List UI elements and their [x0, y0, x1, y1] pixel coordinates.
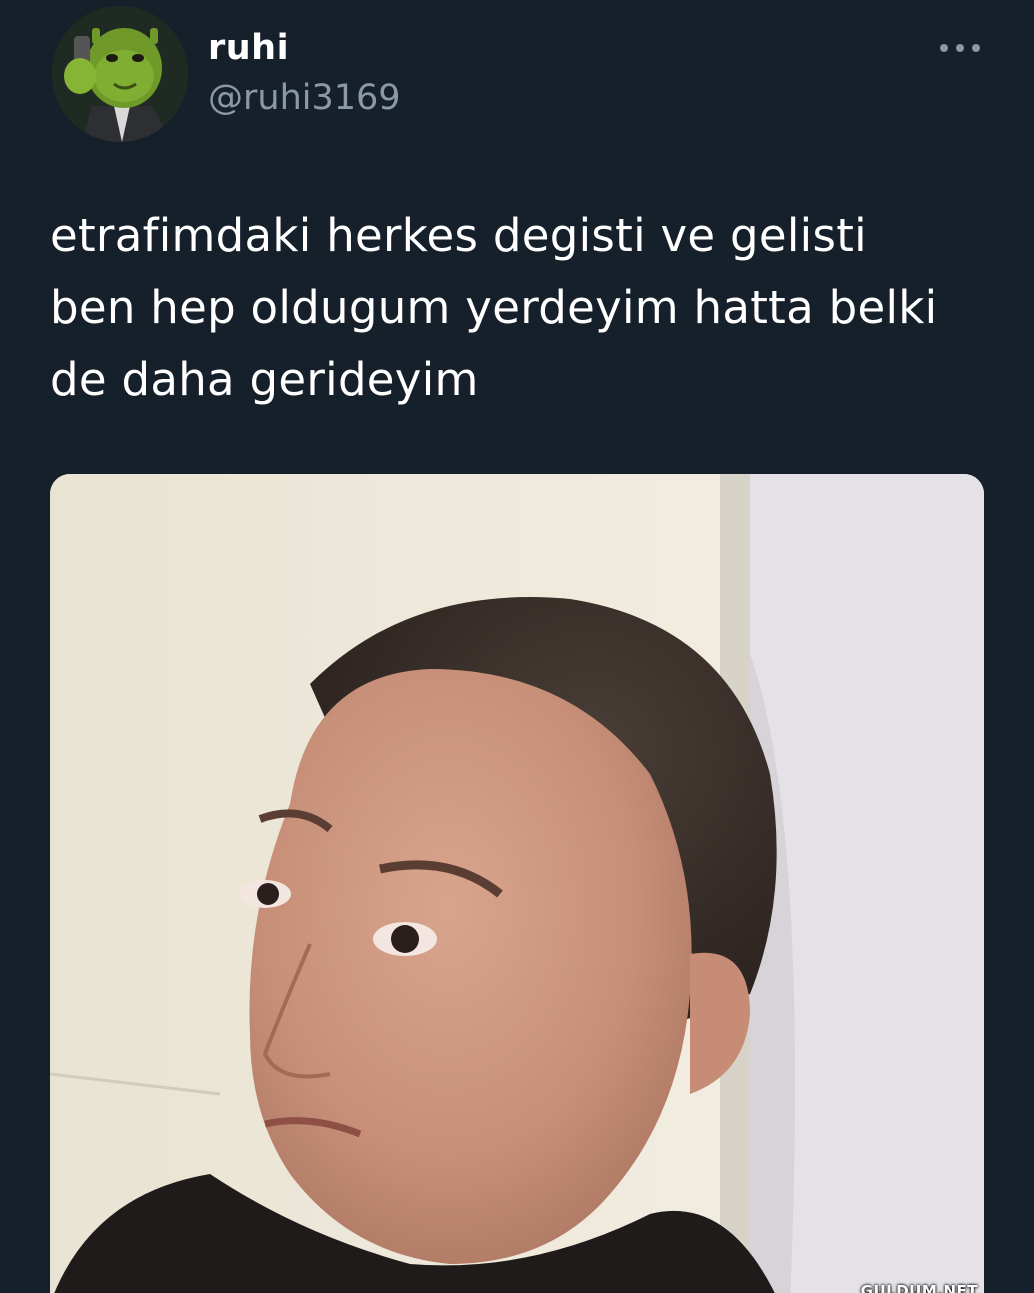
avatar[interactable] [52, 6, 188, 142]
tweet-screenshot: ruhi @ruhi3169 etrafimdaki herkes degist… [0, 0, 1034, 1293]
more-options-icon[interactable] [940, 36, 980, 60]
tweet-text-line: etrafimdaki herkes degisti ve gelisti [50, 209, 867, 262]
dot [972, 44, 980, 52]
tweet-text-line: de daha gerideyim [50, 353, 479, 406]
tweet-header: ruhi @ruhi3169 [52, 6, 994, 142]
user-handle[interactable]: @ruhi3169 [208, 78, 401, 118]
photo-woman-selfie [50, 474, 984, 1293]
shrek-avatar-icon [52, 6, 188, 142]
tweet-text: etrafimdaki herkes degisti ve gelisti be… [50, 200, 1000, 416]
dot [956, 44, 964, 52]
display-name[interactable]: ruhi [208, 28, 289, 68]
tweet-photo[interactable]: GULDUM.NET [50, 474, 984, 1293]
dot [940, 44, 948, 52]
tweet-text-line: ben hep oldugum yerdeyim hatta belki [50, 281, 938, 334]
watermark: GULDUM.NET [860, 1282, 978, 1293]
